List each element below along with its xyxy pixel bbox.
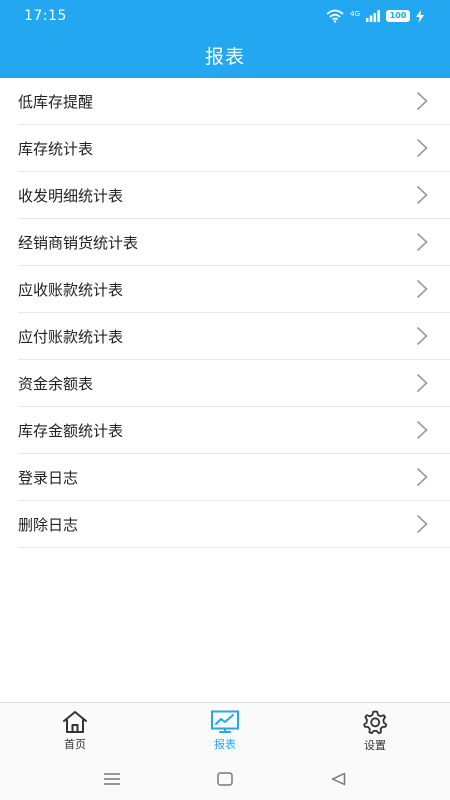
report-item-inventory-value-stats[interactable]: 库存金额统计表 bbox=[18, 407, 450, 454]
status-bar: 17:15 4G 100 bbox=[0, 0, 450, 32]
gear-icon bbox=[363, 710, 388, 734]
chevron-right-icon bbox=[416, 279, 428, 299]
chevron-right-icon bbox=[416, 232, 428, 252]
menu-icon bbox=[103, 773, 120, 785]
report-item-label: 经销商销货统计表 bbox=[18, 233, 139, 252]
report-item-receivables-stats[interactable]: 应收账款统计表 bbox=[18, 266, 450, 313]
tab-home[interactable]: 首页 bbox=[15, 703, 135, 759]
tab-label: 报表 bbox=[214, 737, 236, 751]
tab-label: 设置 bbox=[364, 738, 386, 752]
report-item-low-stock-alert[interactable]: 低库存提醒 bbox=[18, 78, 450, 125]
report-item-label: 应付账款统计表 bbox=[18, 327, 124, 346]
app-header: 报表 bbox=[0, 32, 450, 78]
nav-home-button[interactable] bbox=[205, 764, 245, 794]
chevron-right-icon bbox=[416, 185, 428, 205]
square-icon bbox=[217, 772, 233, 786]
chevron-right-icon bbox=[416, 514, 428, 534]
report-item-dealer-sales-stats[interactable]: 经销商销货统计表 bbox=[18, 219, 450, 266]
report-item-delete-log[interactable]: 删除日志 bbox=[18, 501, 450, 548]
report-item-fund-balance[interactable]: 资金余额表 bbox=[18, 360, 450, 407]
back-triangle-icon bbox=[331, 772, 346, 786]
bottom-tab-bar: 首页 报表 设置 bbox=[0, 702, 450, 758]
chevron-right-icon bbox=[416, 373, 428, 393]
tab-label: 首页 bbox=[64, 737, 86, 751]
chevron-right-icon bbox=[416, 138, 428, 158]
tab-reports[interactable]: 报表 bbox=[165, 703, 285, 759]
report-item-shipping-detail-stats[interactable]: 收发明细统计表 bbox=[18, 172, 450, 219]
report-item-inventory-stats[interactable]: 库存统计表 bbox=[18, 125, 450, 172]
nav-back-button[interactable] bbox=[318, 764, 358, 794]
signal-icon bbox=[366, 10, 380, 22]
report-item-label: 低库存提醒 bbox=[18, 92, 94, 111]
status-icons: 4G 100 bbox=[326, 9, 424, 23]
chevron-right-icon bbox=[416, 91, 428, 111]
tab-settings[interactable]: 设置 bbox=[315, 703, 435, 759]
battery-icon: 100 bbox=[386, 10, 410, 22]
charging-icon bbox=[416, 9, 424, 23]
page-title: 报表 bbox=[204, 45, 245, 68]
home-icon bbox=[63, 710, 87, 733]
wifi-icon bbox=[326, 9, 344, 23]
report-item-label: 删除日志 bbox=[18, 515, 79, 534]
report-item-label: 登录日志 bbox=[18, 468, 79, 487]
chart-monitor-icon bbox=[211, 710, 239, 733]
chevron-right-icon bbox=[416, 420, 428, 440]
chevron-right-icon bbox=[416, 326, 428, 346]
report-item-label: 库存金额统计表 bbox=[18, 421, 124, 440]
report-item-label: 收发明细统计表 bbox=[18, 186, 124, 205]
report-item-label: 库存统计表 bbox=[18, 139, 94, 158]
network-type-label: 4G bbox=[350, 10, 360, 18]
system-nav-bar bbox=[0, 758, 450, 800]
report-item-label: 应收账款统计表 bbox=[18, 280, 124, 299]
report-item-label: 资金余额表 bbox=[18, 374, 94, 393]
nav-menu-button[interactable] bbox=[92, 764, 132, 794]
report-item-payables-stats[interactable]: 应付账款统计表 bbox=[18, 313, 450, 360]
report-list: 低库存提醒 库存统计表 收发明细统计表 经销商销货统计表 应收账款统计表 应付账… bbox=[0, 78, 450, 548]
report-item-login-log[interactable]: 登录日志 bbox=[18, 454, 450, 501]
status-time: 17:15 bbox=[24, 8, 67, 24]
chevron-right-icon bbox=[416, 467, 428, 487]
